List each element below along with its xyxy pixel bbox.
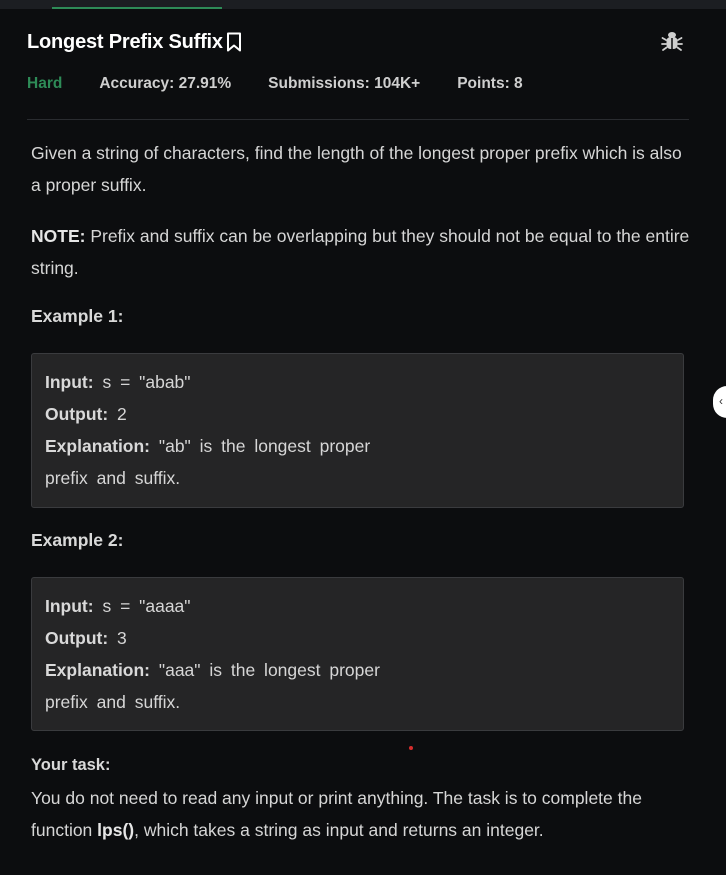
problem-meta: Hard Accuracy: 27.91% Submissions: 104K+… [27,75,560,93]
note-text: Prefix and suffix can be overlapping but… [31,226,690,278]
output-label: Output: [45,628,109,648]
example-2-box: Input: s = "aaaa" Output: 3 Explanation:… [31,577,684,731]
chevron-left-icon: ‹ [719,394,723,408]
output-value: 2 [108,404,127,424]
input-value: s = "aaaa" [93,596,191,616]
task-text-after: , which takes a string as input and retu… [134,820,544,840]
accuracy-stat: Accuracy: 27.91% [99,75,232,92]
cursor-dot [409,746,413,750]
explanation-text: "aaa" is the longest proper [150,660,380,680]
example-1-heading: Example 1: [31,306,124,326]
example-2-explanation-cont: prefix and suffix. [45,692,181,712]
output-value: 3 [108,628,127,648]
bookmark-icon[interactable] [226,32,242,57]
submissions-stat: Submissions: 104K+ [268,75,421,92]
task-heading: Your task: [31,756,111,774]
active-tab-indicator [52,7,222,9]
divider [27,119,689,120]
example-1-explanation-cont: prefix and suffix. [45,468,181,488]
example-2-heading: Example 2: [31,530,124,550]
problem-title: Longest Prefix Suffix [27,31,223,53]
input-label: Input: [45,372,94,392]
example-2-output: Output: 3 [45,622,670,654]
problem-note: NOTE: Prefix and suffix can be overlappi… [31,220,691,284]
explanation-text: "ab" is the longest proper [150,436,371,456]
output-label: Output: [45,404,109,424]
example-1-input: Input: s = "abab" [45,366,670,398]
explanation-label: Explanation: [45,660,151,680]
example-1-box: Input: s = "abab" Output: 2 Explanation:… [31,353,684,508]
explanation-label: Explanation: [45,436,151,456]
top-bar [0,0,726,9]
example-1-explanation: Explanation: "ab" is the longest proper [45,430,670,462]
bug-report-icon[interactable] [660,29,684,53]
task-description: You do not need to read any input or pri… [31,782,691,846]
input-value: s = "abab" [93,372,191,392]
example-2-input: Input: s = "aaaa" [45,590,670,622]
problem-description: Given a string of characters, find the l… [31,143,682,195]
points-stat: Points: 8 [457,75,523,92]
function-name: lps() [97,820,135,840]
input-label: Input: [45,596,94,616]
example-1-output: Output: 2 [45,398,670,430]
difficulty-badge: Hard [27,75,63,92]
collapse-panel-handle[interactable]: ‹ [713,386,726,418]
example-2-explanation: Explanation: "aaa" is the longest proper [45,654,670,686]
note-label: NOTE: [31,226,86,246]
title-row: Longest Prefix Suffix [27,28,242,57]
